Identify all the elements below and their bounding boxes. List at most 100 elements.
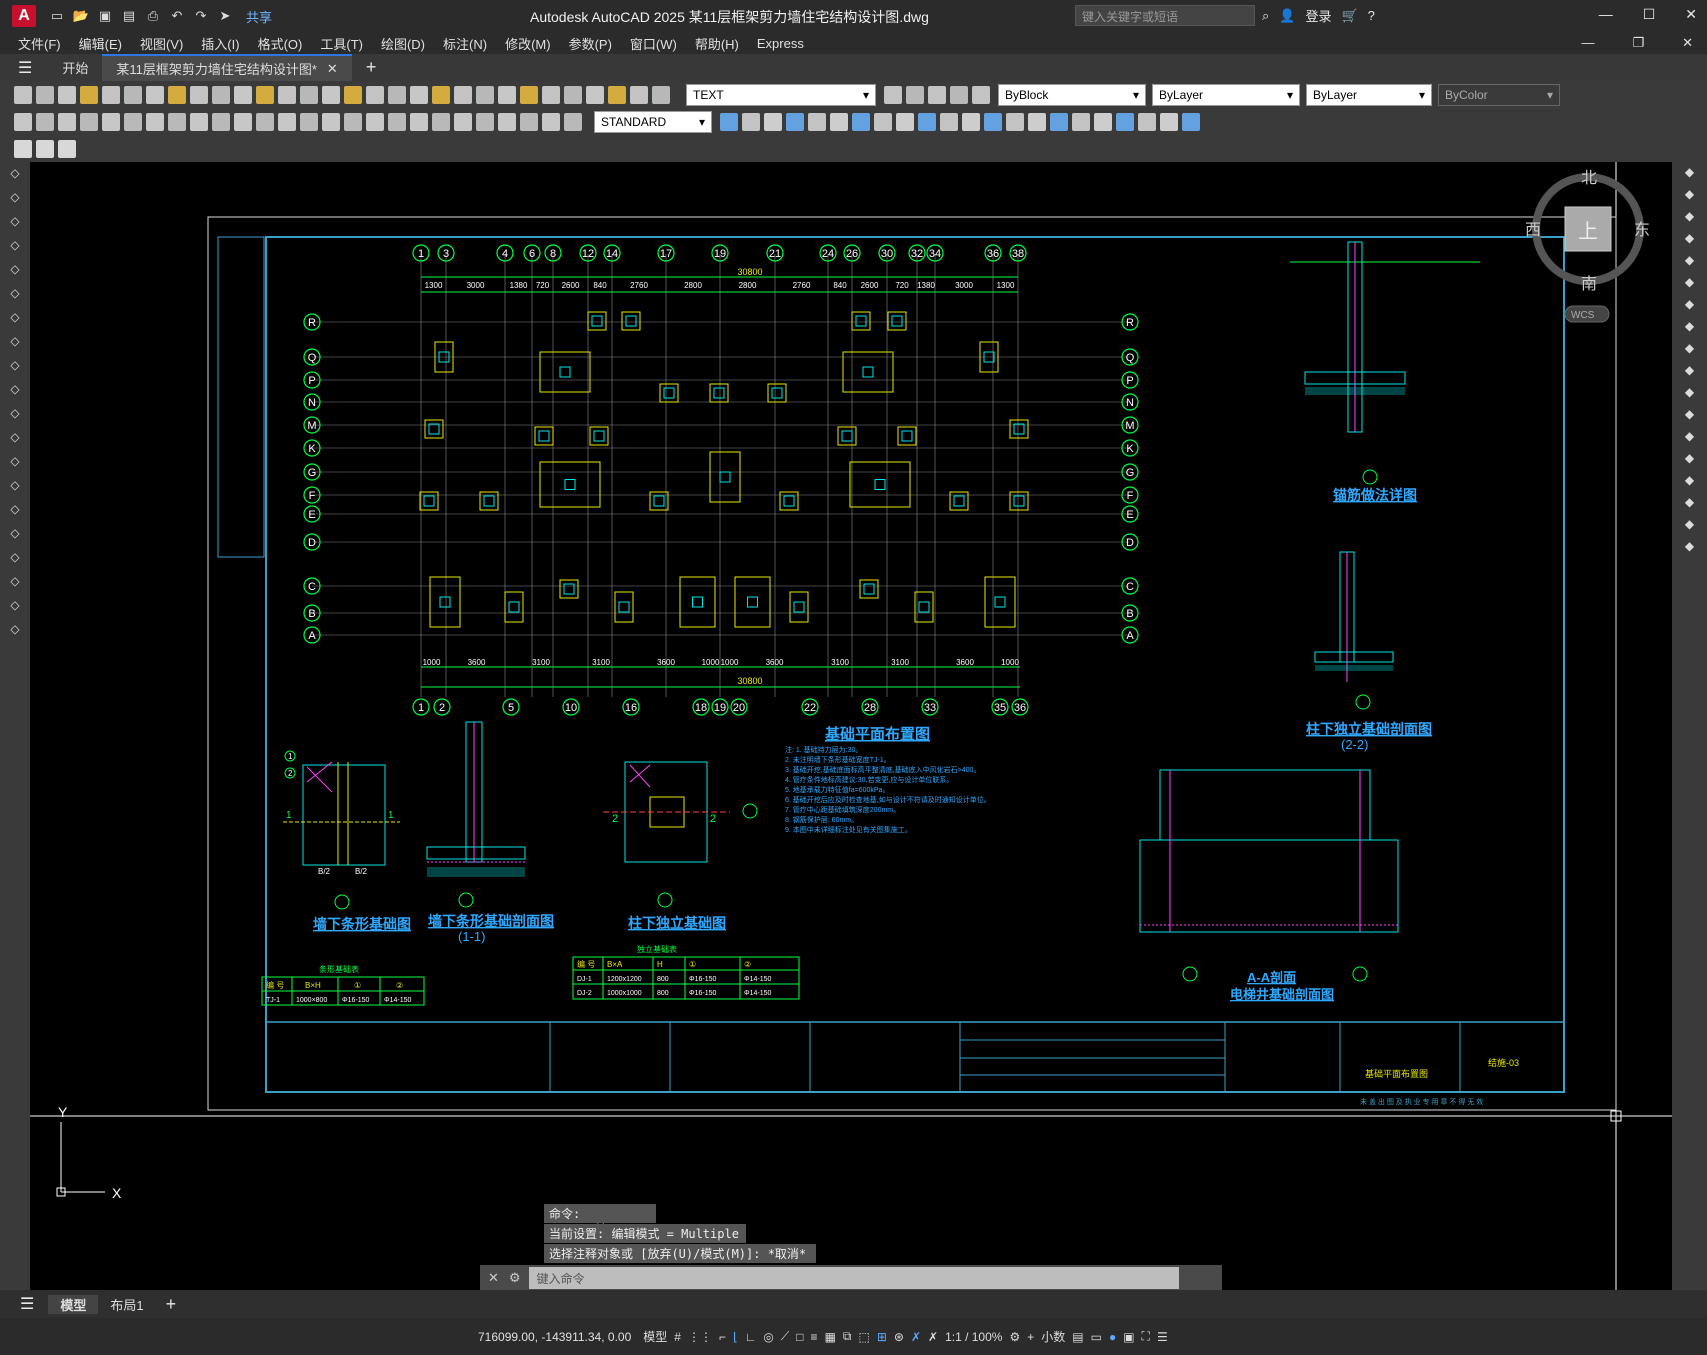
dim-tool-7-icon[interactable] bbox=[146, 112, 164, 131]
copy-icon[interactable]: ◆ bbox=[1681, 187, 1699, 205]
std-tool-21-icon[interactable] bbox=[454, 85, 472, 104]
mirror-icon[interactable]: ◆ bbox=[1681, 209, 1699, 227]
model-space-toggle[interactable]: 模型 bbox=[643, 1328, 667, 1345]
dim-tool-22-icon[interactable] bbox=[476, 112, 494, 131]
share-icon[interactable]: ➤ bbox=[216, 8, 234, 24]
viewcube-wcs[interactable]: WCS bbox=[1571, 310, 1595, 321]
autocad-logo[interactable]: A bbox=[12, 5, 36, 27]
edit-icon[interactable] bbox=[14, 139, 32, 158]
share-button[interactable]: 共享 bbox=[246, 7, 272, 26]
user-icon[interactable]: 👤 bbox=[1279, 8, 1295, 24]
std-tool-14-icon[interactable] bbox=[300, 85, 318, 104]
dim-tool-4-icon[interactable] bbox=[80, 112, 98, 131]
ucs-tool-13-icon[interactable] bbox=[984, 112, 1002, 131]
new-tab-icon[interactable]: + bbox=[366, 57, 377, 78]
dim-tool-5-icon[interactable] bbox=[102, 112, 120, 131]
cart-icon[interactable]: 🛒 bbox=[1341, 8, 1357, 24]
std-tool-24-icon[interactable] bbox=[520, 85, 538, 104]
ucs-tool-10-icon[interactable] bbox=[918, 112, 936, 131]
ucs-tool-17-icon[interactable] bbox=[1072, 112, 1090, 131]
std-tool-17-icon[interactable] bbox=[366, 85, 384, 104]
osnap-icon[interactable]: □ bbox=[796, 1330, 803, 1344]
saveas-icon[interactable]: ▤ bbox=[120, 8, 138, 24]
viewcube-west[interactable]: 西 bbox=[1525, 222, 1541, 239]
offset-icon[interactable]: ◆ bbox=[1681, 231, 1699, 249]
search-icon[interactable]: ⌕ bbox=[1262, 8, 1269, 24]
trim-icon[interactable]: ◆ bbox=[1681, 363, 1699, 381]
rotate-icon[interactable]: ◆ bbox=[1681, 297, 1699, 315]
dim-tool-14-icon[interactable] bbox=[300, 112, 318, 131]
menu-modify[interactable]: 修改(M) bbox=[505, 34, 551, 53]
graphics-perf-icon[interactable]: ▣ bbox=[1123, 1330, 1134, 1344]
std-tool-30-icon[interactable] bbox=[652, 85, 670, 104]
line-icon[interactable]: ◇ bbox=[6, 166, 24, 184]
menu-view[interactable]: 视图(V) bbox=[140, 34, 183, 53]
std-tool-28-icon[interactable] bbox=[608, 85, 626, 104]
layer-tool-1-icon[interactable] bbox=[884, 85, 902, 104]
table-icon[interactable]: ◇ bbox=[6, 574, 24, 592]
hatch-icon[interactable]: ◇ bbox=[6, 502, 24, 520]
command-input[interactable]: 键入命令 bbox=[528, 1267, 1179, 1289]
std-tool-27-icon[interactable] bbox=[586, 85, 604, 104]
std-tool-1-icon[interactable] bbox=[14, 85, 32, 104]
std-tool-25-icon[interactable] bbox=[542, 85, 560, 104]
add-selected-icon[interactable]: ◇ bbox=[6, 622, 24, 640]
ucs-tool-14-icon[interactable] bbox=[1006, 112, 1024, 131]
plot-icon[interactable]: ⎙ bbox=[144, 8, 162, 24]
drawing-canvas[interactable]: 1 3 4 6 8 12 14 17 19 21 24 26 30 32 34 36 38 1 2 5 10 16 18 1… bbox=[30, 162, 1672, 1290]
ucs-tool-11-icon[interactable] bbox=[940, 112, 958, 131]
layer-tool-2-icon[interactable] bbox=[906, 85, 924, 104]
ucs-tool-9-icon[interactable] bbox=[896, 112, 914, 131]
selection-cycle-icon[interactable]: ⧉ bbox=[843, 1329, 852, 1344]
std-tool-8-icon[interactable] bbox=[168, 85, 186, 104]
viewcube[interactable]: 上 北 南 东 西 WCS bbox=[1525, 169, 1650, 323]
ray-icon[interactable]: ◇ bbox=[6, 190, 24, 208]
std-tool-23-icon[interactable] bbox=[498, 85, 516, 104]
std-tool-26-icon[interactable] bbox=[564, 85, 582, 104]
std-tool-10-icon[interactable] bbox=[212, 85, 230, 104]
search-input[interactable]: 键入关键字或短语 bbox=[1075, 5, 1255, 26]
dim-tool-6-icon[interactable] bbox=[124, 112, 142, 131]
open-icon[interactable]: 📂 bbox=[72, 8, 90, 24]
dim-tool-9-icon[interactable] bbox=[190, 112, 208, 131]
viewcube-north[interactable]: 北 bbox=[1581, 169, 1597, 187]
transparency-icon[interactable]: ▦ bbox=[825, 1330, 836, 1344]
grid-icon[interactable]: # bbox=[674, 1330, 681, 1344]
tab-close-icon[interactable]: ✕ bbox=[327, 61, 338, 77]
plotstyle-dropdown[interactable]: ByColor ▾ bbox=[1438, 83, 1560, 106]
arc-icon[interactable]: ◇ bbox=[6, 286, 24, 304]
menu-tools[interactable]: 工具(T) bbox=[320, 34, 363, 53]
help-icon[interactable]: ? bbox=[1368, 8, 1375, 23]
viewcube-east[interactable]: 东 bbox=[1634, 221, 1650, 239]
dim-tool-11-icon[interactable] bbox=[234, 112, 252, 131]
polar-icon[interactable]: ◎ bbox=[763, 1330, 773, 1344]
std-tool-19-icon[interactable] bbox=[410, 85, 428, 104]
erase-icon[interactable]: ◆ bbox=[1681, 165, 1699, 183]
ucs-tool-8-icon[interactable] bbox=[874, 112, 892, 131]
layer-tool-3-icon[interactable] bbox=[928, 85, 946, 104]
point-icon[interactable]: ◇ bbox=[6, 478, 24, 496]
annotation-scale[interactable]: 1:1 / 100% bbox=[945, 1330, 1002, 1344]
maximize-icon[interactable]: ☐ bbox=[1643, 6, 1656, 23]
std-tool-12-icon[interactable] bbox=[256, 85, 274, 104]
std-tool-3-icon[interactable] bbox=[58, 85, 76, 104]
tab-layout1[interactable]: 布局1 bbox=[98, 1295, 155, 1314]
infer-icon[interactable]: ⌐ bbox=[719, 1330, 726, 1344]
fullscreen-icon[interactable]: ⛶ bbox=[1142, 1329, 1150, 1344]
units-dropdown[interactable]: 小数 bbox=[1041, 1328, 1065, 1345]
menu-insert[interactable]: 插入(I) bbox=[201, 34, 239, 53]
mtext-icon[interactable]: ◇ bbox=[6, 598, 24, 616]
std-tool-15-icon[interactable] bbox=[322, 85, 340, 104]
cloud-icon[interactable]: ◇ bbox=[6, 334, 24, 352]
dim-tool-13-icon[interactable] bbox=[278, 112, 296, 131]
dim-tool-3-icon[interactable] bbox=[58, 112, 76, 131]
ucs-tool-6-icon[interactable] bbox=[830, 112, 848, 131]
tab-drawing[interactable]: 某11层框架剪力墙住宅结构设计图* ✕ bbox=[102, 54, 352, 81]
menu-dimension[interactable]: 标注(N) bbox=[443, 34, 487, 53]
3dosnap-icon[interactable]: ⬚ bbox=[858, 1330, 869, 1344]
undo-icon[interactable]: ↶ bbox=[168, 8, 186, 24]
move-icon[interactable]: ◆ bbox=[1681, 275, 1699, 293]
std-tool-16-icon[interactable] bbox=[344, 85, 362, 104]
block-icon[interactable]: ◇ bbox=[6, 454, 24, 472]
ucs-tool-3-icon[interactable] bbox=[764, 112, 782, 131]
